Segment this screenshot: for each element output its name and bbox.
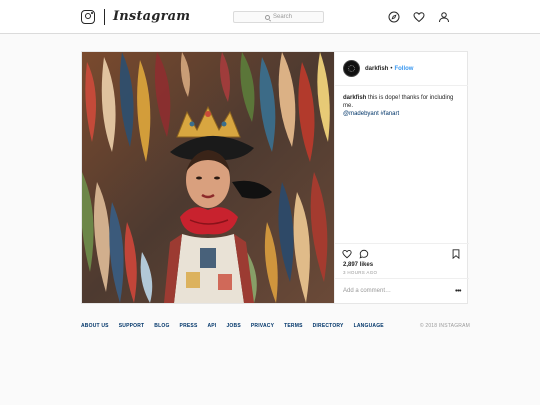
post-actions: 2,897 likes 3 HOURS AGO <box>335 243 469 275</box>
footer-link-language[interactable]: LANGUAGE <box>354 323 384 329</box>
post-sidebar: darkfish • Follow darkfish this is dope!… <box>334 52 469 303</box>
footer-link-directory[interactable]: DIRECTORY <box>313 323 344 329</box>
bookmark-icon[interactable] <box>451 249 461 259</box>
footer-link-api[interactable]: API <box>208 323 217 329</box>
add-comment-placeholder: Add a comment… <box>343 288 392 294</box>
explore-compass-icon[interactable] <box>388 11 400 23</box>
like-heart-icon[interactable] <box>342 249 352 259</box>
instagram-wordmark[interactable]: Instagram <box>113 9 190 24</box>
footer-link-press[interactable]: PRESS <box>180 323 198 329</box>
avatar[interactable] <box>343 60 360 77</box>
more-options-button[interactable]: ••• <box>455 288 461 295</box>
profile-icon[interactable] <box>438 11 450 23</box>
footer-link-support[interactable]: SUPPORT <box>119 323 145 329</box>
copyright: © 2018 INSTAGRAM <box>419 323 470 329</box>
caption-username[interactable]: darkfish <box>343 95 366 101</box>
comment-bubble-icon[interactable] <box>359 249 369 259</box>
caption-mention-link[interactable]: @madebyant <box>343 111 379 117</box>
follow-button[interactable]: Follow <box>394 66 413 72</box>
footer-link-terms[interactable]: TERMS <box>284 323 303 329</box>
search-input[interactable]: Search <box>233 11 324 23</box>
footer-link-blog[interactable]: BLOG <box>154 323 169 329</box>
instagram-camera-icon[interactable] <box>81 9 95 24</box>
footer: ABOUT US SUPPORT BLOG PRESS API JOBS PRI… <box>81 323 470 329</box>
caption-hashtag-link[interactable]: #fanart <box>380 111 399 117</box>
logo-divider <box>104 8 105 25</box>
avatar-graphic <box>348 65 355 72</box>
footer-link-jobs[interactable]: JOBS <box>226 323 240 329</box>
action-row <box>335 244 469 261</box>
logo[interactable]: Instagram <box>81 8 190 25</box>
search-icon <box>264 14 270 20</box>
separator-dot: • <box>390 65 393 72</box>
add-comment-input[interactable]: Add a comment… ••• <box>335 278 469 303</box>
search-placeholder: Search <box>272 14 292 20</box>
footer-link-about-us[interactable]: ABOUT US <box>81 323 109 329</box>
nav-icons <box>388 11 450 23</box>
post-card: darkfish • Follow darkfish this is dope!… <box>81 51 469 304</box>
likes-count[interactable]: 2,897 likes <box>343 262 373 268</box>
caption: darkfish this is dope! thanks for includ… <box>343 94 465 118</box>
footer-link-privacy[interactable]: PRIVACY <box>251 323 274 329</box>
post-username[interactable]: darkfish <box>365 66 388 72</box>
top-nav: Instagram Search <box>0 0 540 34</box>
footer-links: ABOUT US SUPPORT BLOG PRESS API JOBS PRI… <box>81 323 394 329</box>
post-timestamp: 3 HOURS AGO <box>343 270 378 275</box>
post-image[interactable] <box>82 52 334 303</box>
post-header: darkfish • Follow <box>335 52 468 86</box>
heart-icon[interactable] <box>413 11 425 23</box>
collage-artwork <box>82 52 334 303</box>
